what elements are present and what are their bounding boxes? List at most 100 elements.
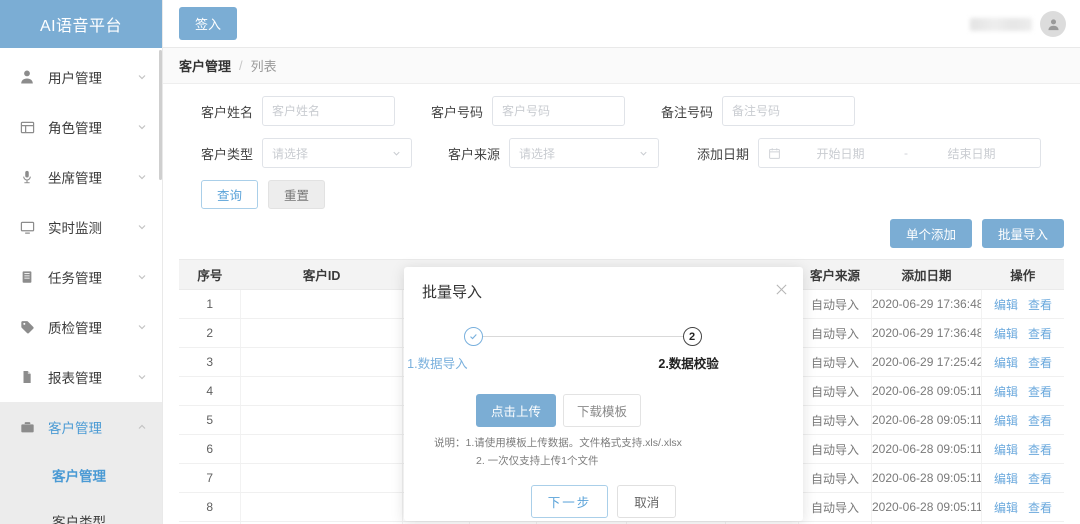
sidebar-item-label: 用户管理: [48, 71, 102, 86]
sidebar-item-label: 质检管理: [48, 321, 102, 336]
click-upload-button[interactable]: 点击上传: [476, 394, 557, 427]
edit-link[interactable]: 编辑: [994, 472, 1018, 486]
step-label: 2.数据校验: [658, 357, 719, 371]
chevron-down-icon: [391, 148, 402, 159]
sidebar-item-quality-management[interactable]: 质检管理: [0, 302, 162, 352]
customer-type-value: 请选择: [272, 146, 309, 161]
view-link[interactable]: 查看: [1028, 414, 1052, 428]
query-button[interactable]: 查询: [201, 180, 259, 209]
next-step-button[interactable]: 下一步: [530, 484, 609, 518]
step-data-import[interactable]: 1.数据导入: [407, 327, 683, 372]
row-seq: 8: [179, 492, 242, 522]
row-customer-source: 自动导入: [798, 434, 872, 464]
edit-link[interactable]: 编辑: [994, 356, 1018, 370]
edit-link[interactable]: 编辑: [994, 501, 1018, 515]
breadcrumb-tail: 列表: [250, 59, 277, 74]
filter-buttons: 查询 重置: [201, 180, 1064, 209]
sidebar-item-user-management[interactable]: 用户管理: [0, 52, 162, 102]
microphone-icon: [18, 168, 36, 186]
row-seq: 5: [179, 405, 242, 435]
customer-type-select[interactable]: 请选择: [262, 138, 413, 168]
view-link[interactable]: 查看: [1028, 501, 1052, 515]
sidebar-item-customer-management[interactable]: 客户管理: [0, 402, 162, 452]
chevron-down-icon: [136, 71, 148, 83]
avatar[interactable]: [1040, 11, 1066, 37]
batch-import-button[interactable]: 批量导入: [981, 219, 1064, 248]
sidebar-item-role-management[interactable]: 角色管理: [0, 102, 162, 152]
row-customer-id: [240, 405, 403, 435]
sidebar-item-realtime-monitor[interactable]: 实时监测: [0, 202, 162, 252]
column-header-operations[interactable]: 操作: [981, 259, 1064, 290]
download-template-button[interactable]: 下载模板: [563, 394, 642, 427]
row-operations: 编辑查看: [981, 289, 1064, 319]
chevron-down-icon: [136, 121, 148, 133]
close-icon[interactable]: [773, 281, 789, 297]
calendar-icon: [768, 147, 781, 160]
column-header-customer-id[interactable]: 客户ID: [240, 259, 403, 290]
filter-customer-type: 客户类型 请选择: [201, 138, 413, 168]
sidebar-subitem-label: 客户管理: [52, 469, 106, 484]
row-add-date: 2020-06-29 17:25:42: [871, 347, 982, 377]
sidebar-subitem-customer-type[interactable]: 客户类型: [0, 498, 162, 524]
step-data-validation[interactable]: 2 2.数据校验: [658, 327, 743, 372]
chevron-up-icon: [136, 421, 148, 433]
app-root: AI语音平台 用户管理 角色管理 坐席管理 实时监测 任务管理 质检管理 报表管…: [0, 0, 1080, 524]
chevron-down-icon: [136, 321, 148, 333]
filter-row-1: 客户姓名 客户号码 备注号码: [179, 96, 1064, 126]
signin-button[interactable]: 签入: [179, 7, 238, 40]
step-number-badge: 2: [682, 327, 702, 346]
edit-link[interactable]: 编辑: [994, 443, 1018, 457]
row-add-date: 2020-06-29 17:36:48: [871, 318, 982, 348]
modal-title: 批量导入: [422, 283, 483, 301]
date-start-placeholder: 开始日期: [816, 146, 865, 161]
topbar-user-area: [970, 0, 1066, 48]
customer-number-input[interactable]: [492, 96, 626, 126]
row-seq: 6: [179, 434, 242, 464]
date-dash: -: [904, 146, 909, 160]
view-link[interactable]: 查看: [1028, 327, 1052, 341]
view-link[interactable]: 查看: [1028, 298, 1052, 312]
sidebar-item-seat-management[interactable]: 坐席管理: [0, 152, 162, 202]
edit-link[interactable]: 编辑: [994, 385, 1018, 399]
view-link[interactable]: 查看: [1028, 443, 1052, 457]
date-end-placeholder: 结束日期: [947, 146, 996, 161]
breadcrumb-current[interactable]: 客户管理: [179, 56, 231, 75]
view-link[interactable]: 查看: [1028, 385, 1052, 399]
sidebar-item-label: 坐席管理: [48, 171, 102, 186]
edit-link[interactable]: 编辑: [994, 327, 1018, 341]
column-header-customer-source[interactable]: 客户来源: [798, 259, 872, 290]
import-steps: 1.数据导入 2 2.数据校验: [407, 327, 743, 372]
briefcase-icon: [18, 418, 36, 436]
edit-link[interactable]: 编辑: [994, 298, 1018, 312]
add-date-range-picker[interactable]: 开始日期 - 结束日期: [758, 138, 1042, 168]
row-add-date: 2020-06-28 09:05:11: [871, 463, 982, 493]
cancel-button[interactable]: 取消: [617, 484, 677, 518]
customer-name-input[interactable]: [262, 96, 396, 126]
column-header-add-date[interactable]: 添加日期: [871, 259, 982, 290]
remark-number-input[interactable]: [722, 96, 856, 126]
row-customer-id: [240, 376, 403, 406]
row-operations: 编辑查看: [981, 463, 1064, 493]
filter-label: 备注号码: [661, 104, 714, 120]
column-header-seq[interactable]: 序号: [179, 259, 241, 290]
single-add-button[interactable]: 单个添加: [889, 219, 972, 248]
reset-button[interactable]: 重置: [268, 180, 326, 209]
sidebar-item-label: 报表管理: [48, 371, 102, 386]
sidebar-item-task-management[interactable]: 任务管理: [0, 252, 162, 302]
sidebar-scrollbar-thumb[interactable]: [159, 50, 162, 180]
row-customer-source: 自动导入: [798, 492, 872, 522]
row-operations: 编辑查看: [981, 347, 1064, 377]
view-link[interactable]: 查看: [1028, 356, 1052, 370]
sidebar-subitem-customer-management[interactable]: 客户管理: [0, 452, 162, 498]
chevron-down-icon: [638, 148, 649, 159]
edit-link[interactable]: 编辑: [994, 414, 1018, 428]
step-label: 1.数据导入: [407, 357, 468, 371]
filter-label: 添加日期: [697, 146, 750, 162]
check-circle-icon: [464, 327, 483, 346]
filter-row-2: 客户类型 请选择 客户来源 请选择 添加日期 开始日期 - 结束日期: [179, 138, 1064, 168]
view-link[interactable]: 查看: [1028, 472, 1052, 486]
sidebar-item-report-management[interactable]: 报表管理: [0, 352, 162, 402]
customer-source-select[interactable]: 请选择: [509, 138, 660, 168]
brand-title: AI语音平台: [39, 18, 123, 35]
sidebar-item-label: 任务管理: [48, 271, 102, 286]
